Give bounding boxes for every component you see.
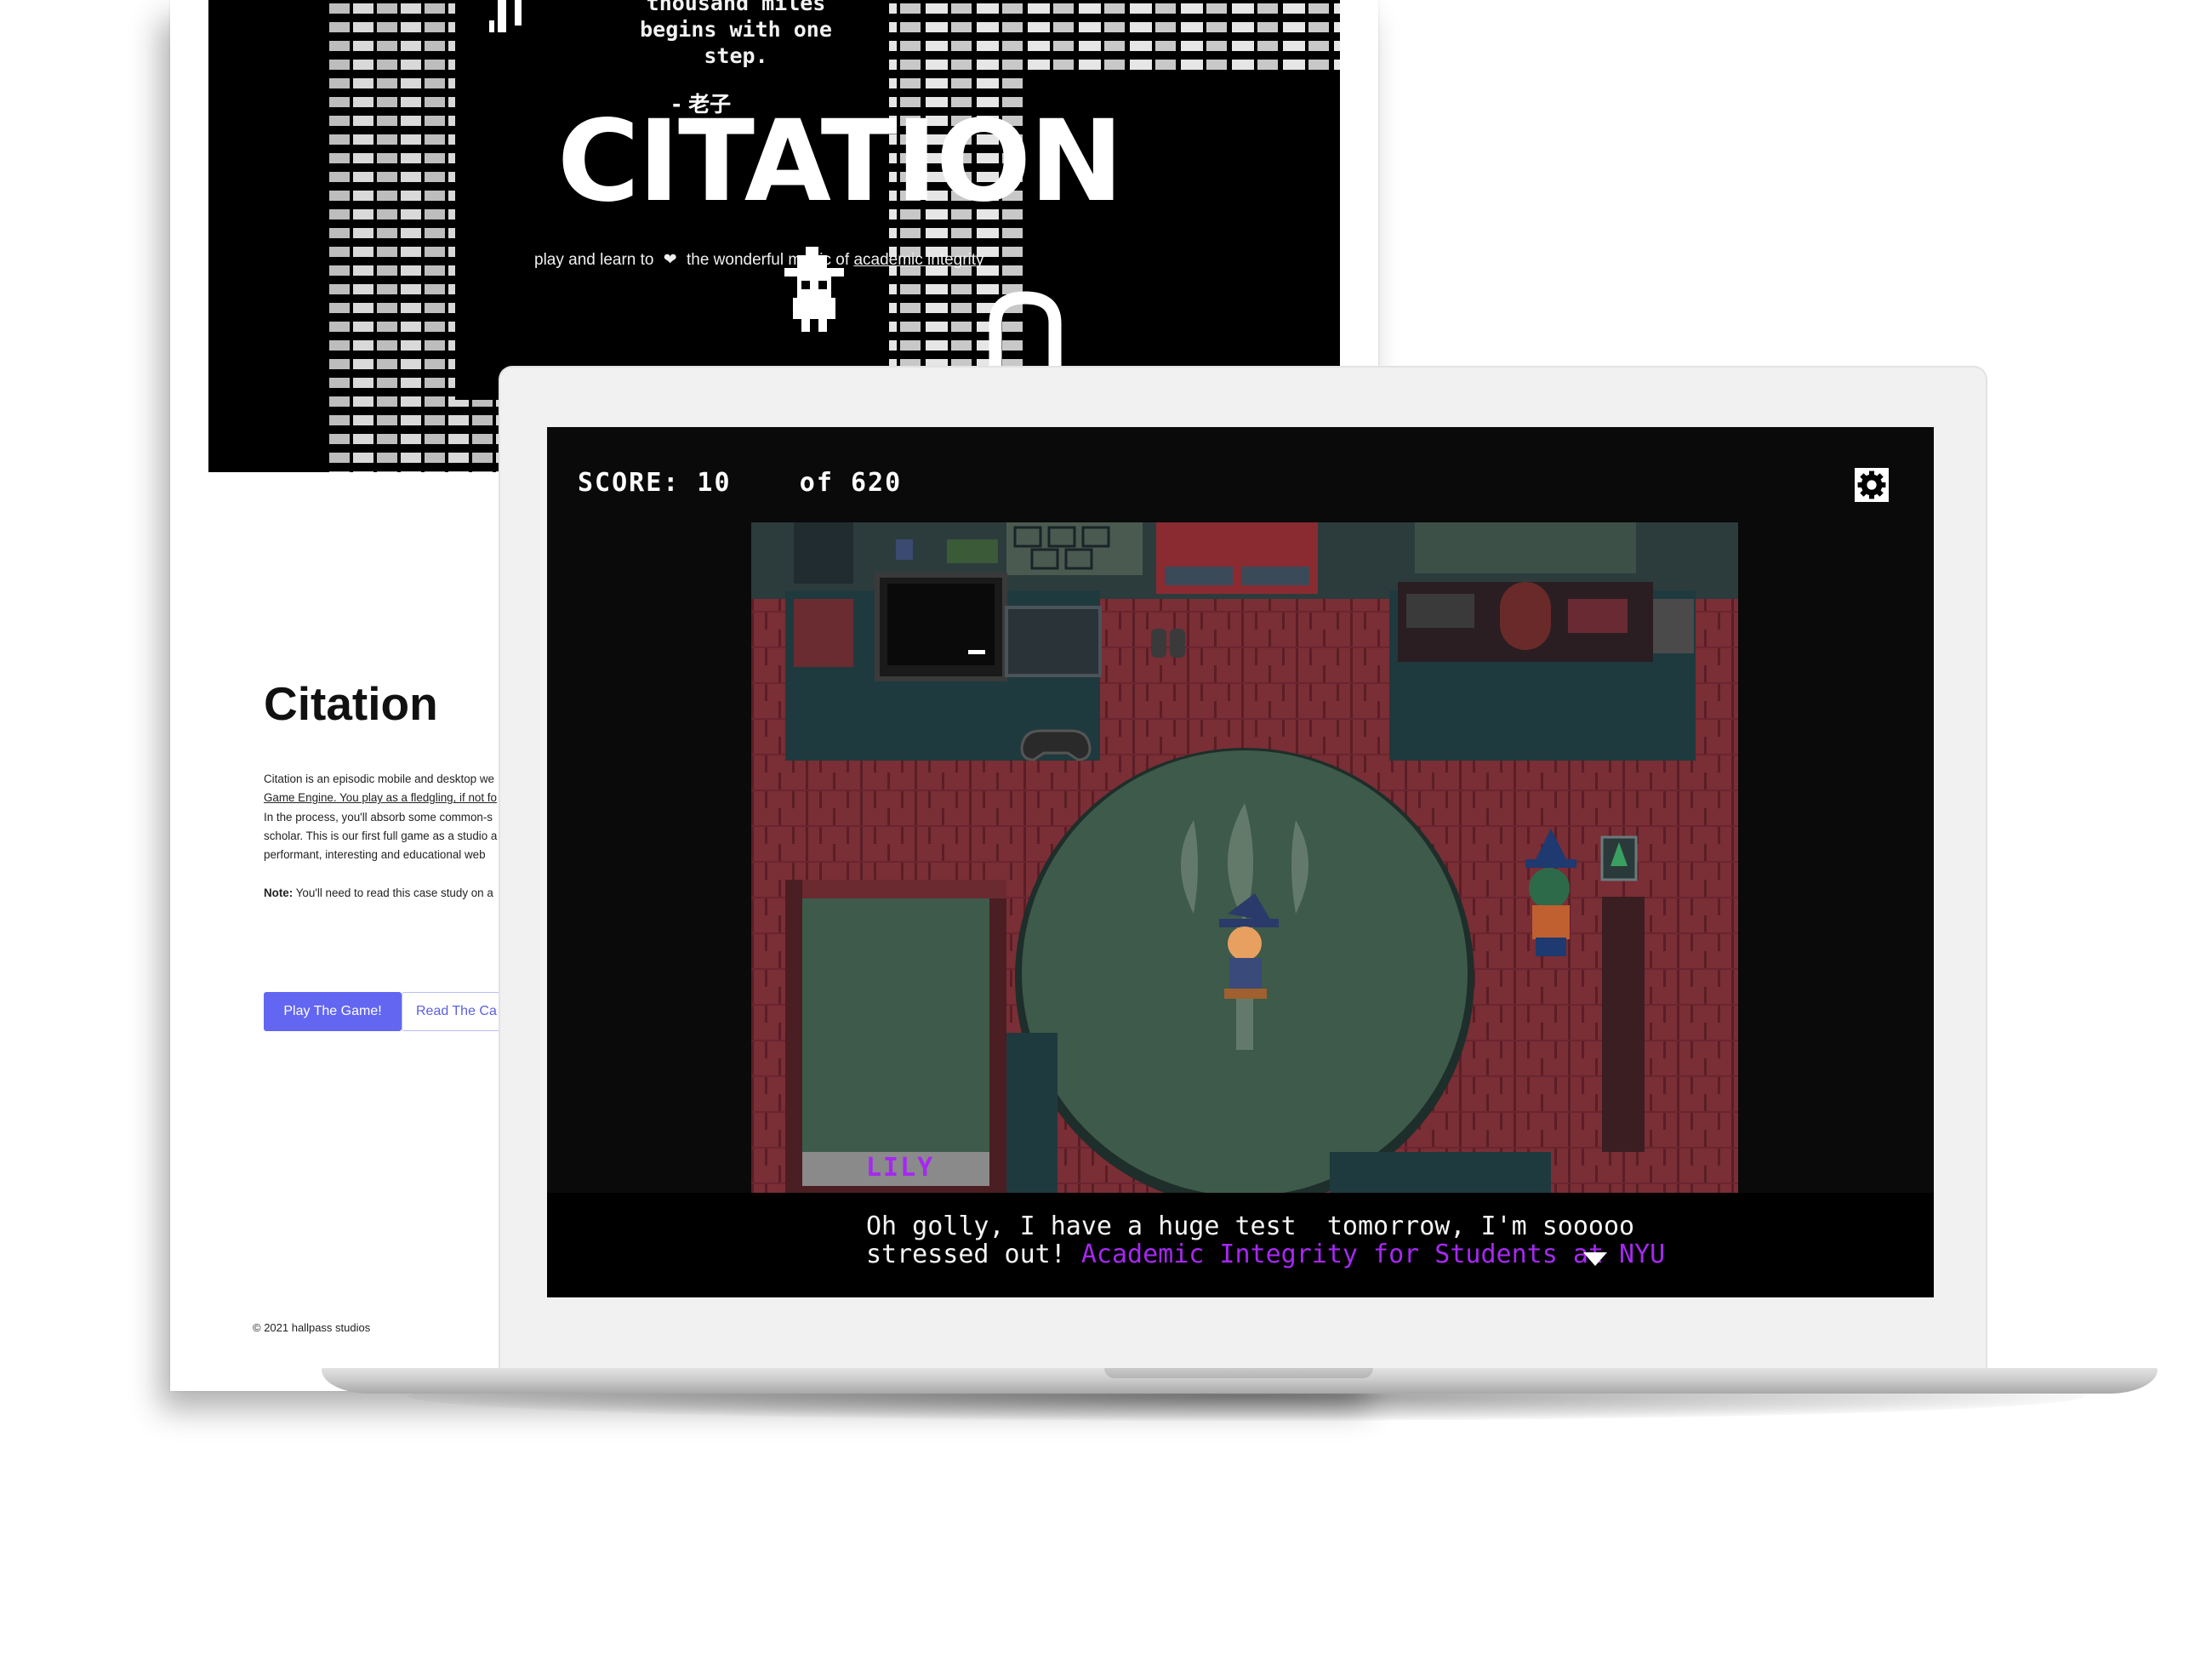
case-study-title: Citation [264, 677, 438, 730]
tagline-text-start: play and learn to [534, 251, 654, 269]
footer-copyright: © 2021 hallpass studios [253, 1321, 371, 1334]
dialog-text: Oh golly, I have a huge test tomorrow, I… [866, 1212, 1665, 1268]
settings-button[interactable] [1855, 468, 1889, 502]
dialog-line-1: Oh golly, I have a huge test tomorrow, I… [866, 1211, 1635, 1241]
dialog-line-2: stressed out! [866, 1240, 1081, 1269]
hero-quote: thousand miles begins with one step. [640, 0, 832, 68]
laptop-notch [1104, 1368, 1373, 1378]
case-study-line: In the process, you'll absorb some commo… [264, 810, 493, 824]
heart-icon: ❤ [663, 251, 677, 269]
score-counter: SCORE: 10 of 620 [578, 468, 903, 498]
case-study-note: Note: You'll need to read this case stud… [264, 887, 510, 899]
case-study-line: scholar. This is our first full game as … [264, 829, 498, 842]
continue-arrow-icon[interactable] [1583, 1252, 1607, 1266]
case-study-line: Game Engine. You play as a fledgling, if… [264, 791, 497, 805]
case-study-body: Citation is an episodic mobile and deskt… [264, 770, 510, 864]
play-game-button[interactable]: Play The Game! [264, 992, 402, 1031]
game-screen[interactable]: SCORE: 10 of 620 LILY Oh golly, I have a… [547, 427, 1934, 1297]
academic-integrity-nyu-link[interactable]: Academic Integrity for Students at NYU [1081, 1240, 1665, 1269]
hero-title: CITATION [557, 96, 1124, 227]
case-study-line: Citation is an episodic mobile and deskt… [264, 772, 494, 785]
bed-nameplate: LILY [866, 1153, 934, 1183]
dialog-box[interactable]: Oh golly, I have a huge test tomorrow, I… [547, 1193, 1934, 1297]
witch-sprite-icon [784, 247, 844, 332]
read-case-study-button[interactable]: Read The Ca [402, 992, 512, 1031]
academic-integrity-link[interactable]: academic integrity [853, 251, 983, 269]
hero-tagline: play and learn to ❤ the wonderful magic … [534, 250, 984, 270]
gear-icon [1855, 468, 1889, 502]
note-label: Note: [264, 887, 294, 899]
game-room-scene: LILY [751, 522, 1738, 1193]
note-text: You'll need to read this case study on a [295, 887, 493, 899]
case-study-line: performant, interesting and educational … [264, 848, 486, 862]
